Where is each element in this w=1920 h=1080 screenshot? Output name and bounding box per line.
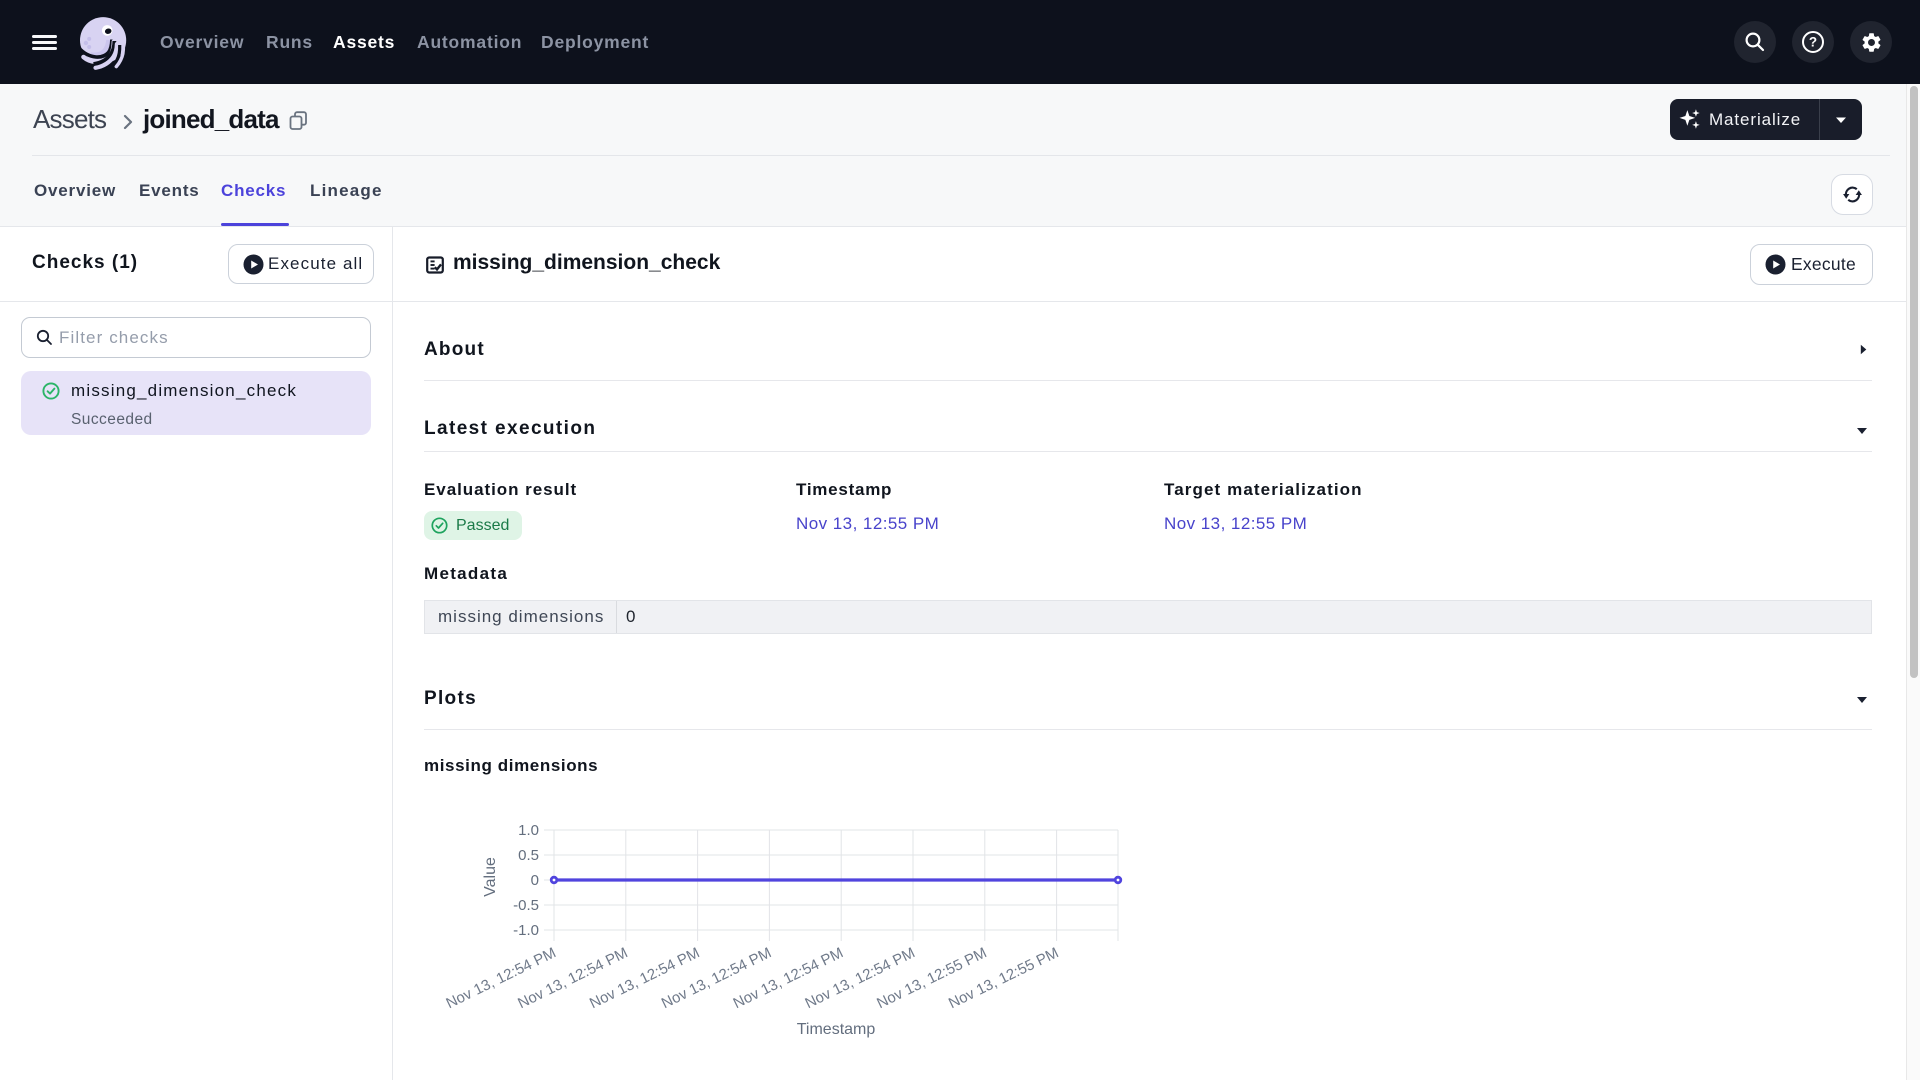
svg-text:1.0: 1.0	[518, 822, 539, 839]
svg-text:Value: Value	[482, 857, 499, 897]
svg-text:-0.5: -0.5	[513, 897, 539, 914]
svg-text:-1.0: -1.0	[513, 922, 539, 939]
svg-text:0.5: 0.5	[518, 847, 539, 864]
svg-text:0: 0	[531, 872, 539, 889]
svg-text:Timestamp: Timestamp	[797, 1021, 876, 1038]
svg-text:?: ?	[1809, 34, 1817, 49]
